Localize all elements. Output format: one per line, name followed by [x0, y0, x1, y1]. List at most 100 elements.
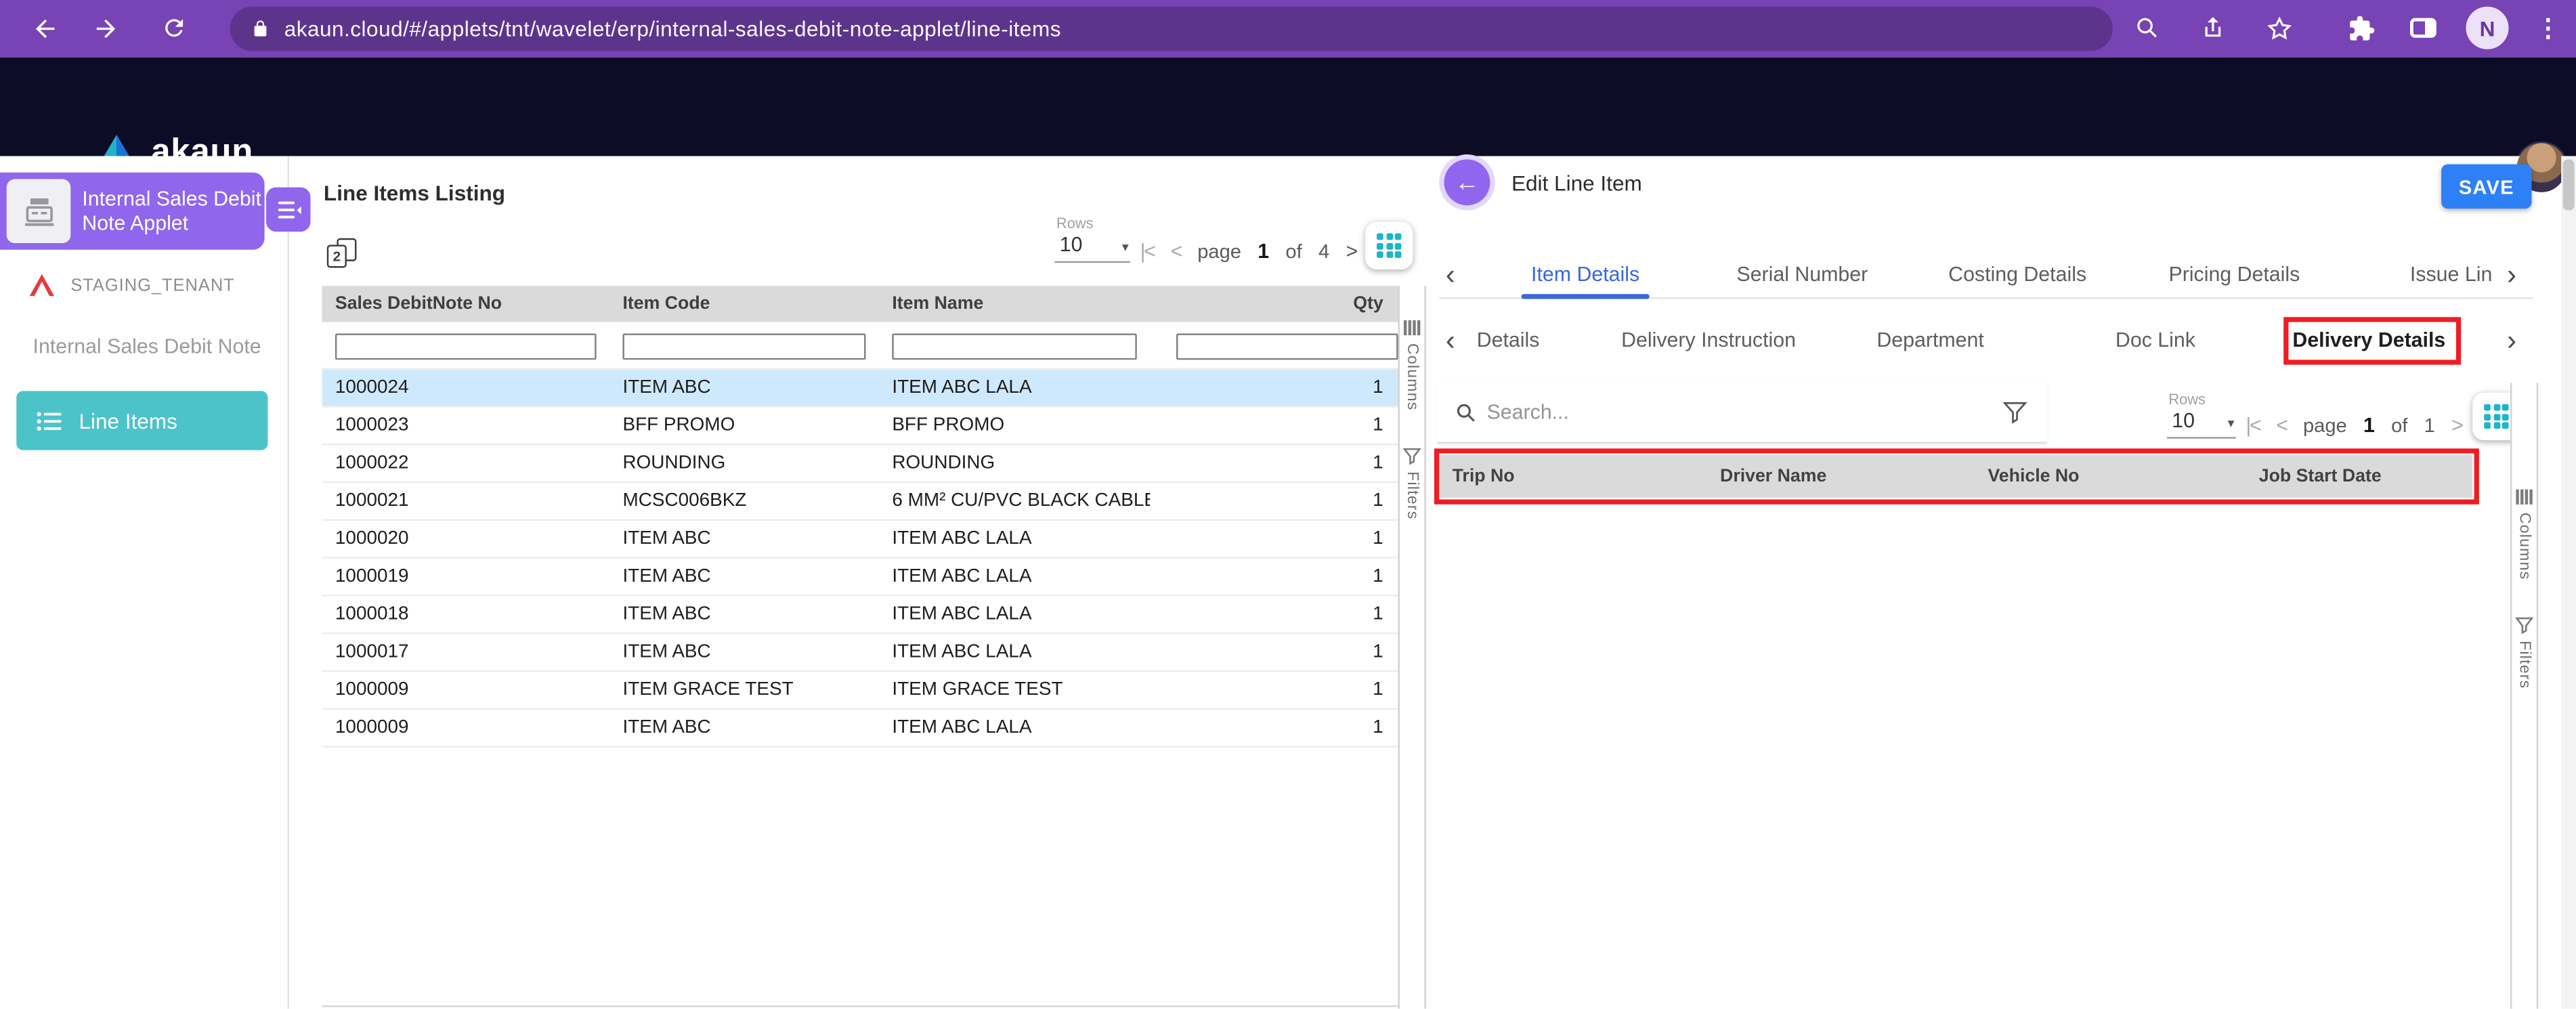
browser-profile-avatar[interactable]: N	[2466, 7, 2508, 49]
scrollbar[interactable]	[2561, 156, 2576, 1008]
subtab-details[interactable]: Details	[1477, 328, 1540, 351]
table-row[interactable]: 1000020 ITEM ABC ITEM ABC LALA 1	[322, 521, 1398, 559]
module-name-label: Internal Sales Debit Note	[33, 335, 261, 358]
tab-item-details[interactable]: Item Details	[1531, 263, 1639, 286]
active-tab-indicator	[1521, 294, 1649, 299]
browser-search-button[interactable]	[2124, 5, 2170, 51]
table-row[interactable]: 1000017 ITEM ABC ITEM ABC LALA 1	[322, 634, 1398, 672]
listing-bottom-border	[322, 1006, 1398, 1007]
filter-input-item-name[interactable]	[892, 334, 1136, 360]
tenant-selector[interactable]: STAGING_TENANT	[28, 273, 234, 297]
table-row[interactable]: 1000009 ITEM ABC ITEM ABC LALA 1	[322, 710, 1398, 748]
browser-refresh-button[interactable]	[151, 5, 197, 51]
sidebar-collapse-button[interactable]	[266, 188, 311, 232]
filter-input-item-code[interactable]	[622, 334, 865, 360]
columns-icon[interactable]	[1403, 319, 1421, 337]
subtabs-scroll-right-icon[interactable]: ›	[2507, 325, 2516, 358]
detail-pagination: |< < page 1 of 1 > >|	[2246, 414, 2492, 437]
cell-item-name: ITEM ABC LALA	[879, 718, 1150, 737]
cell-qty: 1	[1150, 378, 1398, 398]
filter-input-qty[interactable]	[1176, 334, 1398, 360]
grid-view-button[interactable]	[1365, 222, 1413, 270]
tab-serial-number[interactable]: Serial Number	[1736, 263, 1868, 286]
table-row[interactable]: 1000024 ITEM ABC ITEM ABC LALA 1	[322, 370, 1398, 408]
cell-qty: 1	[1150, 718, 1398, 737]
detail-panel-title: Edit Line Item	[1511, 171, 1642, 195]
of-label: of	[1285, 240, 1302, 263]
cell-sales-debitnote-no: 1000020	[322, 529, 609, 549]
cell-sales-debitnote-no: 1000019	[322, 567, 609, 586]
previous-page-icon[interactable]: <	[1171, 240, 1181, 263]
browser-share-button[interactable]	[2190, 5, 2236, 51]
grid-icon	[1377, 233, 1401, 257]
save-button-label: SAVE	[2459, 175, 2514, 198]
browser-back-button[interactable]	[22, 5, 68, 51]
table-row[interactable]: 1000022 ROUNDING ROUNDING 1	[322, 445, 1398, 483]
next-page-icon[interactable]: >	[2451, 414, 2462, 437]
column-header-sales-debitnote-no[interactable]: Sales DebitNote No	[322, 294, 609, 314]
cash-register-icon	[20, 193, 56, 229]
tabs-scroll-left-icon[interactable]: ‹	[1446, 259, 1455, 293]
browser-extensions-button[interactable]	[2338, 5, 2384, 51]
of-label: of	[2391, 414, 2407, 437]
table-row[interactable]: 1000018 ITEM ABC ITEM ABC LALA 1	[322, 597, 1398, 635]
cell-sales-debitnote-no: 1000021	[322, 491, 609, 511]
tenant-name-label: STAGING_TENANT	[70, 275, 234, 295]
browser-side-panel-button[interactable]	[2400, 5, 2446, 51]
first-page-icon[interactable]: |<	[1140, 240, 1155, 263]
filters-strip-label[interactable]: Filters	[1403, 471, 1421, 519]
search-input[interactable]	[1487, 401, 2003, 424]
columns-strip-label[interactable]: Columns	[1403, 343, 1421, 410]
tab-issue-link[interactable]: Issue Lin	[2410, 263, 2492, 286]
column-header-qty[interactable]: Qty	[1150, 294, 1398, 314]
tab-pricing-details[interactable]: Pricing Details	[2168, 263, 2300, 286]
first-page-icon[interactable]: |<	[2246, 414, 2260, 437]
side-panel-icon	[2410, 18, 2437, 38]
save-button[interactable]: SAVE	[2441, 165, 2531, 209]
tab-costing-details[interactable]: Costing Details	[1948, 263, 2086, 286]
search-bar	[1438, 383, 2047, 444]
table-row[interactable]: 1000023 BFF PROMO BFF PROMO 1	[322, 408, 1398, 446]
browser-menu-button[interactable]: ⋮	[2525, 5, 2571, 51]
subtab-doc-link[interactable]: Doc Link	[2116, 328, 2195, 351]
sidebar-item-line-items[interactable]: Line Items	[16, 391, 267, 450]
column-header-item-code[interactable]: Item Code	[609, 294, 879, 314]
filters-icon[interactable]	[1403, 447, 1421, 465]
table-row[interactable]: 1000019 ITEM ABC ITEM ABC LALA 1	[322, 559, 1398, 597]
puzzle-icon	[2347, 14, 2375, 42]
cell-item-name: BFF PROMO	[879, 416, 1150, 435]
filters-icon[interactable]	[2515, 616, 2533, 635]
table-row[interactable]: 1000009 ITEM GRACE TEST ITEM GRACE TEST …	[322, 672, 1398, 710]
duplicate-icon-badge: 2	[327, 244, 347, 267]
filter-icon[interactable]	[2002, 401, 2027, 424]
duplicate-icon[interactable]: 2	[327, 238, 362, 272]
rows-per-page-value: 10	[1060, 233, 1083, 256]
rows-per-page-select[interactable]: 10 ▾	[2167, 409, 2236, 439]
table-row[interactable]: 1000021 MCSC006BKZ 6 MM² CU/PVC BLACK CA…	[322, 483, 1398, 521]
next-page-icon[interactable]: >	[1346, 240, 1356, 263]
filter-input-sales-debitnote-no[interactable]	[335, 334, 597, 360]
columns-strip-label[interactable]: Columns	[2515, 513, 2533, 580]
browser-forward-button[interactable]	[82, 5, 128, 51]
cell-item-code: ITEM ABC	[609, 605, 879, 624]
annotation-box-grid-header	[1434, 448, 2479, 504]
columns-icon[interactable]	[2515, 488, 2533, 507]
sidebar-item-applet[interactable]: Internal Sales Debit Note Applet	[0, 173, 265, 250]
subtab-delivery-instruction[interactable]: Delivery Instruction	[1621, 328, 1796, 351]
browser-bookmark-button[interactable]	[2256, 5, 2302, 51]
back-button[interactable]: ←	[1444, 159, 1490, 205]
address-bar[interactable]: akaun.cloud/#/applets/tnt/wavelet/erp/in…	[230, 7, 2113, 51]
filters-strip-label[interactable]: Filters	[2515, 641, 2533, 689]
cell-sales-debitnote-no: 1000022	[322, 454, 609, 473]
subtabs-scroll-left-icon[interactable]: ‹	[1446, 325, 1455, 358]
subtab-department[interactable]: Department	[1876, 328, 1983, 351]
scrollbar-thumb[interactable]	[2563, 159, 2575, 210]
page-label: page	[1197, 240, 1241, 263]
rows-per-page-select[interactable]: 10 ▾	[1055, 233, 1131, 263]
previous-page-icon[interactable]: <	[2276, 414, 2286, 437]
cell-item-name: ITEM ABC LALA	[879, 567, 1150, 586]
tabs-scroll-right-icon[interactable]: ›	[2507, 259, 2516, 293]
column-header-item-name[interactable]: Item Name	[879, 294, 1150, 314]
cell-qty: 1	[1150, 605, 1398, 624]
rows-per-page-value: 10	[2172, 409, 2195, 432]
